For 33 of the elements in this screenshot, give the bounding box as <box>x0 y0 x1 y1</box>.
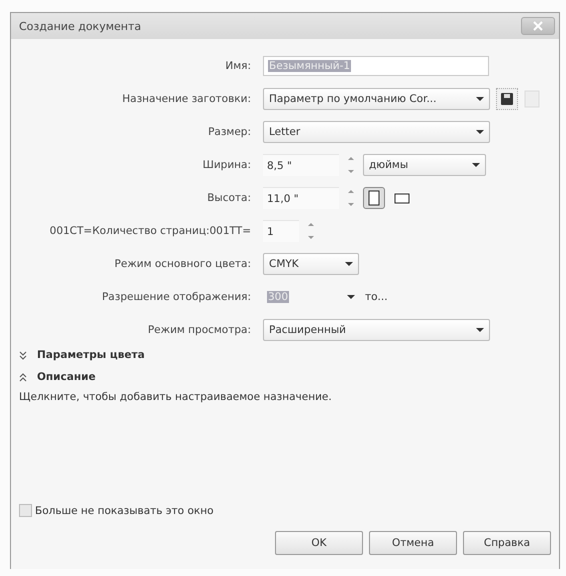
dialog-button[interactable]: Отмена <box>369 531 457 555</box>
dropdown[interactable]: Letter <box>263 121 490 143</box>
number-field[interactable]: 8,5 " <box>263 154 339 176</box>
field-label: Ширина: <box>202 159 251 171</box>
field-label: Режим просмотра: <box>146 324 251 336</box>
portrait-icon[interactable] <box>363 187 385 209</box>
close-icon <box>533 21 543 31</box>
unit-dropdown[interactable]: дюймы <box>363 154 486 176</box>
unit-label: то... <box>365 291 388 303</box>
dropdown[interactable]: Расширенный <box>263 319 490 341</box>
field-label: Размер: <box>207 126 251 138</box>
number-field[interactable]: 11,0 " <box>263 187 339 209</box>
number-field[interactable]: 1 <box>263 220 299 242</box>
field-label: Разрешение отображения: <box>100 291 251 303</box>
section-toggle[interactable]: Описание <box>19 371 559 383</box>
section-toggle[interactable]: Параметры цвета <box>19 349 559 361</box>
window-title: Создание документа <box>19 20 142 32</box>
save-icon[interactable] <box>496 88 518 110</box>
field-label: 001CT=Количество страниц:001TT= <box>48 225 251 237</box>
dropdown[interactable]: CMYK <box>263 253 359 275</box>
expand-icon <box>19 350 27 360</box>
field-label: Высота: <box>206 192 251 204</box>
field-label: Имя: <box>224 60 251 72</box>
close-button[interactable] <box>521 17 555 35</box>
checkbox[interactable] <box>19 504 32 517</box>
dialog-button[interactable]: OK <box>275 531 363 555</box>
collapse-icon <box>19 372 27 382</box>
field-label: Назначение заготовки: <box>121 93 251 105</box>
description-text: Щелкните, чтобы добавить настраиваемое назначение. <box>19 391 333 403</box>
dialog-button[interactable]: Справка <box>463 531 551 555</box>
preset-dropdown[interactable]: Параметр по умолчанию Cor... <box>263 88 490 110</box>
checkbox-label: Больше не показывать это окно <box>35 504 214 516</box>
field-label: Режим основного цвета: <box>114 258 251 270</box>
